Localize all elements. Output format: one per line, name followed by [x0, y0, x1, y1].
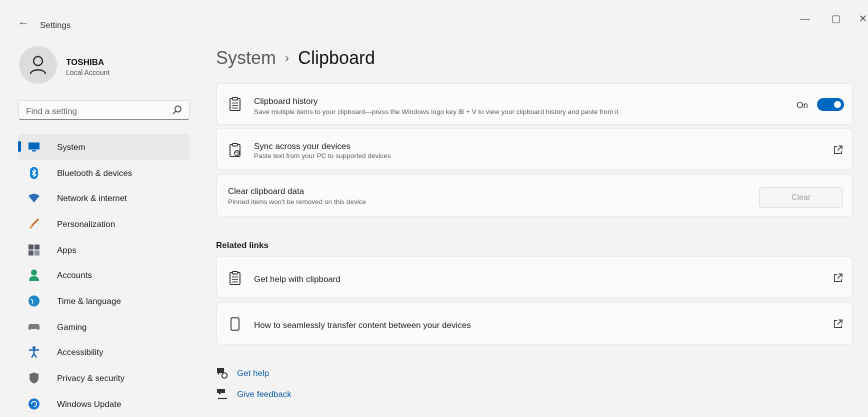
external-link-icon[interactable]	[833, 273, 843, 283]
sidebar-item-personalization[interactable]: Personalization	[18, 211, 190, 237]
breadcrumb-parent[interactable]: System	[216, 48, 276, 69]
phone-icon	[230, 317, 240, 331]
sidebar-item-label: Accounts	[57, 270, 92, 281]
minimize-button[interactable]: —	[798, 14, 812, 25]
sidebar-item-accounts[interactable]: Accounts	[18, 262, 190, 288]
sidebar-item-time-language[interactable]: Time & language	[18, 288, 190, 314]
sync-devices-card[interactable]: Sync across your devices Paste text from…	[216, 128, 853, 170]
maximize-button[interactable]: ▢	[829, 14, 843, 25]
toggle-knob	[834, 101, 841, 108]
sidebar-item-accessibility[interactable]: Accessibility	[18, 340, 190, 366]
related-link-transfer-content[interactable]: How to seamlessly transfer content betwe…	[216, 302, 853, 345]
back-arrow-icon[interactable]: ←	[18, 16, 30, 28]
profile-name: TOSHIBA	[66, 57, 105, 67]
clipboard-icon	[229, 97, 241, 111]
sidebar-item-system[interactable]: System	[18, 134, 190, 160]
related-link-help-clipboard[interactable]: Get help with clipboard	[216, 256, 853, 298]
breadcrumb: System › Clipboard	[216, 46, 375, 70]
sidebar-item-label: Network & internet	[57, 193, 127, 204]
sidebar-nav: System Bluetooth & devices Network & inter…	[18, 134, 190, 417]
external-link-icon[interactable]	[833, 145, 843, 155]
active-indicator	[18, 141, 21, 152]
gamepad-icon	[28, 321, 40, 333]
related-links-heading: Related links	[216, 240, 269, 250]
sidebar-item-label: Time & language	[57, 295, 121, 306]
sidebar-item-label: Privacy & security	[57, 373, 125, 384]
help-chat-icon	[217, 368, 228, 379]
get-help-link[interactable]: Get help	[216, 366, 269, 380]
sidebar-item-label: Gaming	[57, 321, 87, 332]
give-feedback-label: Give feedback	[237, 389, 292, 399]
related-link-label: Get help with clipboard	[254, 274, 341, 284]
sidebar-item-network-internet[interactable]: Network & internet	[18, 185, 190, 211]
clear-clipboard-card: Clear clipboard data Pinned items won't …	[216, 174, 853, 217]
sidebar-item-windows-update[interactable]: Windows Update	[18, 391, 190, 417]
title-bar: ← Settings — ▢ ✕	[0, 0, 868, 36]
apps-icon	[28, 244, 40, 256]
search-icon[interactable]	[172, 105, 182, 115]
sync-devices-title: Sync across your devices	[254, 141, 351, 151]
user-profile[interactable]: TOSHIBA Local Account	[19, 46, 199, 90]
sidebar-item-gaming[interactable]: Gaming	[18, 314, 190, 340]
globe-icon	[28, 295, 40, 307]
clipboard-history-card[interactable]: Clipboard history Save multiple items to…	[216, 83, 853, 125]
give-feedback-link[interactable]: Give feedback	[216, 387, 291, 401]
wifi-icon	[28, 192, 40, 204]
sidebar-item-label: Apps	[57, 244, 77, 255]
sidebar-item-privacy-security[interactable]: Privacy & security	[18, 365, 190, 391]
get-help-label: Get help	[237, 368, 270, 378]
page-title: Clipboard	[298, 47, 376, 68]
toggle-state-label: On	[796, 100, 808, 110]
clipboard-icon	[229, 271, 241, 285]
sidebar-item-label: Windows Update	[57, 398, 122, 409]
clear-clipboard-title: Clear clipboard data	[228, 186, 305, 196]
sidebar-item-label: Bluetooth & devices	[57, 167, 133, 178]
person-icon	[29, 55, 47, 75]
external-link-icon[interactable]	[833, 319, 843, 329]
brush-icon	[28, 218, 40, 230]
search-input[interactable]: Find a setting	[18, 100, 190, 120]
sidebar-item-bluetooth-devices[interactable]: Bluetooth & devices	[18, 160, 190, 186]
app-title: Settings	[40, 20, 71, 30]
clipboard-history-toggle[interactable]	[817, 98, 844, 111]
accessibility-icon	[28, 346, 40, 359]
avatar	[19, 46, 57, 84]
sidebar-item-label: Personalization	[57, 218, 116, 229]
monitor-icon	[28, 141, 40, 153]
clipboard-sync-icon	[229, 143, 241, 157]
sidebar-item-apps[interactable]: Apps	[18, 237, 190, 263]
feedback-icon	[217, 389, 227, 400]
bluetooth-icon	[28, 166, 40, 179]
close-button[interactable]: ✕	[856, 14, 868, 25]
sidebar-item-label: Accessibility	[57, 347, 104, 358]
search-placeholder: Find a setting	[26, 106, 78, 116]
clear-clipboard-description: Pinned items won't be removed on this de…	[228, 199, 367, 206]
sync-devices-description: Paste text from your PC to supported dev…	[254, 153, 391, 160]
update-icon	[28, 398, 40, 410]
accounts-icon	[28, 269, 40, 282]
sidebar-item-label: System	[57, 141, 86, 152]
clipboard-history-description: Save multiple items to your clipboard—pr…	[254, 109, 619, 116]
related-link-label: How to seamlessly transfer content betwe…	[254, 320, 471, 330]
shield-icon	[28, 372, 40, 384]
clear-button[interactable]: Clear	[759, 187, 843, 208]
profile-account-type: Local Account	[66, 70, 110, 77]
clipboard-history-title: Clipboard history	[254, 96, 318, 106]
breadcrumb-separator: ›	[285, 51, 290, 65]
